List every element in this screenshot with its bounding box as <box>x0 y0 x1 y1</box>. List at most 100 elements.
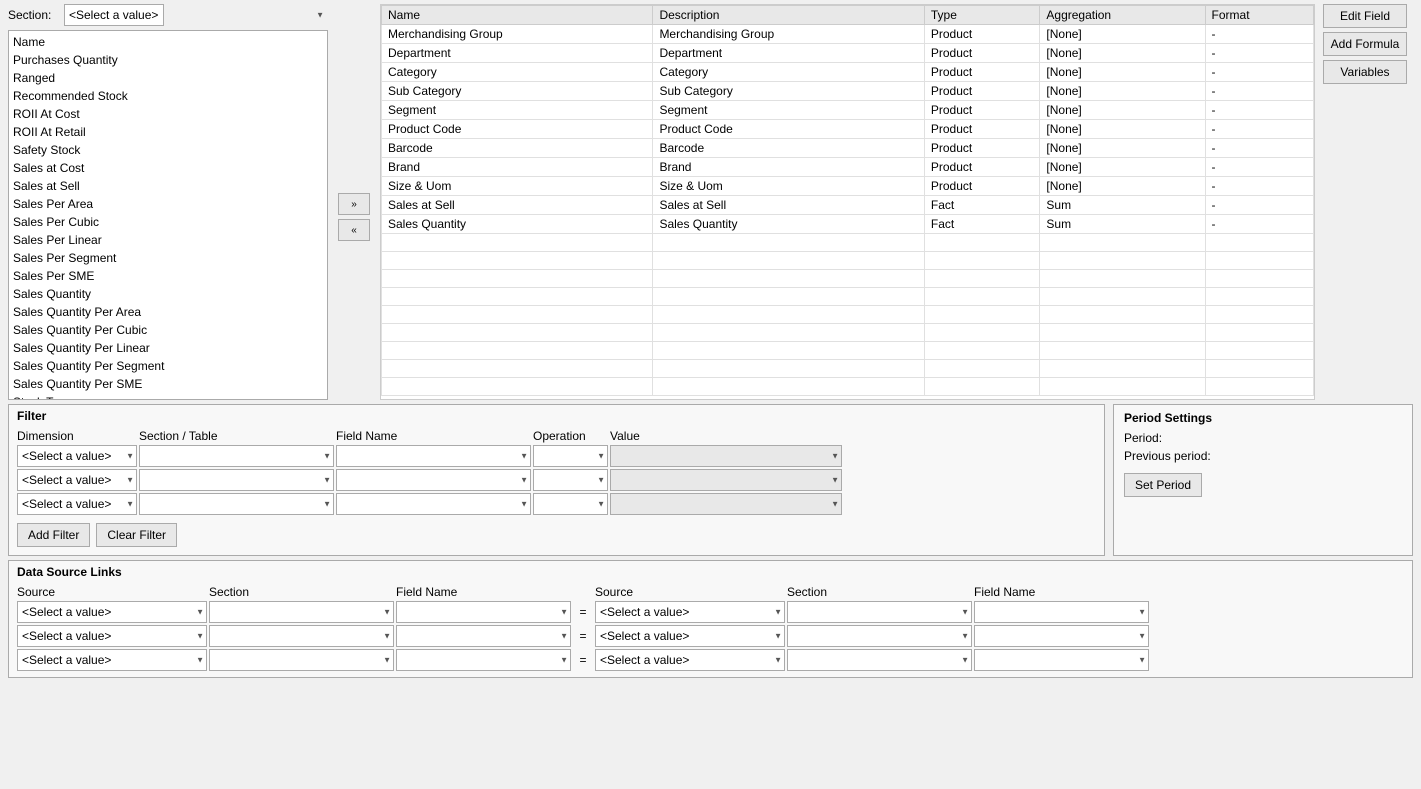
col-header-type: Type <box>924 6 1040 25</box>
filter-field-select-3[interactable] <box>336 493 531 515</box>
ds-source1-select-1[interactable]: <Select a value> <box>17 601 207 623</box>
list-item[interactable]: Ranged <box>9 69 327 87</box>
section-row: Section: <Select a value> <box>8 4 328 26</box>
filter-value-select-3[interactable] <box>610 493 842 515</box>
ds-source2-select-3[interactable]: <Select a value> <box>595 649 785 671</box>
table-row[interactable] <box>382 306 1314 324</box>
filter-section-select-2[interactable] <box>139 469 334 491</box>
data-source-title: Data Source Links <box>17 565 1404 579</box>
table-row[interactable]: Sub CategorySub CategoryProduct[None]- <box>382 82 1314 101</box>
list-item[interactable]: Sales Quantity Per Segment <box>9 357 327 375</box>
table-row[interactable] <box>382 270 1314 288</box>
table-row[interactable] <box>382 360 1314 378</box>
filter-section-select-3[interactable] <box>139 493 334 515</box>
table-row[interactable]: Size & UomSize & UomProduct[None]- <box>382 177 1314 196</box>
ds-field2-select-2[interactable] <box>974 625 1149 647</box>
list-item[interactable]: Stock Turns <box>9 393 327 399</box>
table-cell <box>382 378 653 396</box>
filter-operation-select-1[interactable] <box>533 445 608 467</box>
table-cell: Product <box>924 44 1040 63</box>
list-item[interactable]: Sales Per Linear <box>9 231 327 249</box>
clear-filter-button[interactable]: Clear Filter <box>96 523 177 547</box>
table-cell <box>1040 324 1205 342</box>
table-cell: Product <box>924 158 1040 177</box>
ds-field1-select-2[interactable] <box>396 625 571 647</box>
filter-dimension-select-1[interactable]: <Select a value> <box>17 445 137 467</box>
left-list-scroll[interactable]: NamePurchases QuantityRangedRecommended … <box>9 31 327 399</box>
table-row[interactable]: Sales at SellSales at SellFactSum- <box>382 196 1314 215</box>
list-item[interactable]: Sales Quantity Per SME <box>9 375 327 393</box>
table-row[interactable]: DepartmentDepartmentProduct[None]- <box>382 44 1314 63</box>
table-row[interactable]: CategoryCategoryProduct[None]- <box>382 63 1314 82</box>
ds-field2-select-1[interactable] <box>974 601 1149 623</box>
ds-source2-select-1[interactable]: <Select a value> <box>595 601 785 623</box>
list-item[interactable]: Name <box>9 33 327 51</box>
ds-header-field2: Field Name <box>974 585 1149 599</box>
list-item[interactable]: Sales at Sell <box>9 177 327 195</box>
list-item[interactable]: Sales Quantity Per Area <box>9 303 327 321</box>
filter-field-select-2[interactable] <box>336 469 531 491</box>
list-item[interactable]: ROII At Retail <box>9 123 327 141</box>
ds-source1-select-3[interactable]: <Select a value> <box>17 649 207 671</box>
list-item[interactable]: Purchases Quantity <box>9 51 327 69</box>
filter-section-wrapper-3 <box>139 493 334 515</box>
filter-value-select-1[interactable] <box>610 445 842 467</box>
table-row[interactable]: Merchandising GroupMerchandising GroupPr… <box>382 25 1314 44</box>
table-cell <box>924 270 1040 288</box>
ds-section2-select-2[interactable] <box>787 625 972 647</box>
table-row[interactable]: BarcodeBarcodeProduct[None]- <box>382 139 1314 158</box>
filter-value-select-2[interactable] <box>610 469 842 491</box>
table-row[interactable]: Sales QuantitySales QuantityFactSum- <box>382 215 1314 234</box>
filter-operation-select-2[interactable] <box>533 469 608 491</box>
table-cell <box>1040 360 1205 378</box>
filter-operation-select-3[interactable] <box>533 493 608 515</box>
filter-section-select-1[interactable] <box>139 445 334 467</box>
ds-field1-select-3[interactable] <box>396 649 571 671</box>
filter-field-select-1[interactable] <box>336 445 531 467</box>
add-formula-button[interactable]: Add Formula <box>1323 32 1407 56</box>
table-row[interactable] <box>382 342 1314 360</box>
ds-section2-select-1[interactable] <box>787 601 972 623</box>
list-item[interactable]: Sales Quantity Per Linear <box>9 339 327 357</box>
ds-field2-select-3[interactable] <box>974 649 1149 671</box>
data-source-section: Data Source Links Source Section Field N… <box>8 560 1413 678</box>
table-row[interactable]: Product CodeProduct CodeProduct[None]- <box>382 120 1314 139</box>
ds-source1-select-2[interactable]: <Select a value> <box>17 625 207 647</box>
list-item[interactable]: Safety Stock <box>9 141 327 159</box>
list-item[interactable]: Sales Per Cubic <box>9 213 327 231</box>
section-select[interactable]: <Select a value> <box>64 4 164 26</box>
variables-button[interactable]: Variables <box>1323 60 1407 84</box>
ds-source2-select-2[interactable]: <Select a value> <box>595 625 785 647</box>
table-row[interactable] <box>382 288 1314 306</box>
table-cell: Product Code <box>382 120 653 139</box>
set-period-button[interactable]: Set Period <box>1124 473 1202 497</box>
ds-section1-select-3[interactable] <box>209 649 394 671</box>
list-item[interactable]: Sales Quantity <box>9 285 327 303</box>
table-row[interactable]: SegmentSegmentProduct[None]- <box>382 101 1314 120</box>
table-cell <box>1205 252 1313 270</box>
table-row[interactable] <box>382 324 1314 342</box>
ds-section2-select-3[interactable] <box>787 649 972 671</box>
ds-field1-select-1[interactable] <box>396 601 571 623</box>
add-filter-button[interactable]: Add Filter <box>17 523 90 547</box>
table-row[interactable] <box>382 234 1314 252</box>
arrow-left-btn[interactable]: « <box>338 219 370 241</box>
filter-dimension-select-2[interactable]: <Select a value> <box>17 469 137 491</box>
filter-dimension-select-3[interactable]: <Select a value> <box>17 493 137 515</box>
ds-section1-select-2[interactable] <box>209 625 394 647</box>
list-item[interactable]: Sales at Cost <box>9 159 327 177</box>
table-row[interactable] <box>382 378 1314 396</box>
list-item[interactable]: ROII At Cost <box>9 105 327 123</box>
edit-field-button[interactable]: Edit Field <box>1323 4 1407 28</box>
list-item[interactable]: Sales Per Area <box>9 195 327 213</box>
table-cell: Product <box>924 63 1040 82</box>
arrow-right-btn[interactable]: » <box>338 193 370 215</box>
table-cell <box>382 288 653 306</box>
list-item[interactable]: Sales Quantity Per Cubic <box>9 321 327 339</box>
table-row[interactable]: BrandBrandProduct[None]- <box>382 158 1314 177</box>
list-item[interactable]: Sales Per SME <box>9 267 327 285</box>
ds-section1-select-1[interactable] <box>209 601 394 623</box>
list-item[interactable]: Sales Per Segment <box>9 249 327 267</box>
list-item[interactable]: Recommended Stock <box>9 87 327 105</box>
table-row[interactable] <box>382 252 1314 270</box>
